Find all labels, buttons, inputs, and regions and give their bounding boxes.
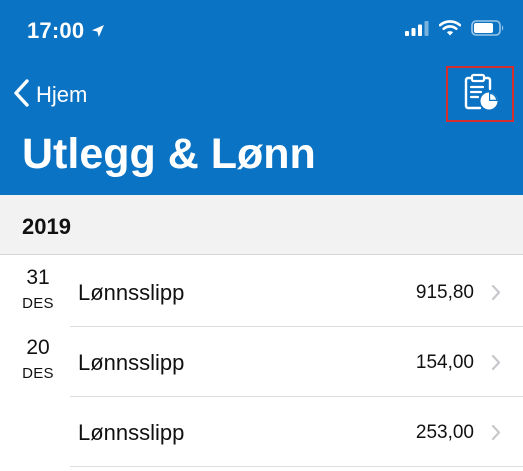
date-block: 31 DES [0, 266, 76, 313]
item-amount: 253,00 [415, 422, 474, 443]
wifi-icon [439, 20, 461, 36]
list-item[interactable]: 31 DES Lønnsslipp 915,80 [0, 257, 523, 327]
back-button-label: Hjem [36, 82, 88, 107]
date-block: 20 DES [0, 336, 76, 383]
status-time-group: 17:00 [27, 18, 105, 44]
page-title: Utlegg & Lønn [22, 130, 316, 178]
item-label: Lønnsslipp [78, 420, 185, 445]
date-block [0, 406, 76, 411]
chevron-left-icon [12, 78, 30, 113]
report-button[interactable] [446, 66, 514, 122]
status-time: 17:00 [27, 18, 85, 43]
date-day: 20 [26, 336, 50, 359]
date-month: DES [22, 365, 54, 382]
list-item[interactable]: 20 DES Lønnsslipp 154,00 [0, 327, 523, 397]
location-arrow-icon [91, 24, 105, 38]
clipboard-chart-icon [461, 73, 499, 116]
year-section-title: 2019 [22, 214, 71, 239]
navigation-bar: Hjem [0, 64, 523, 128]
status-icons [405, 20, 505, 36]
back-button[interactable]: Hjem [12, 78, 87, 112]
list-item[interactable]: Lønnsslipp 253,00 [0, 397, 523, 467]
year-section-header: 2019 [0, 195, 523, 255]
item-label: Lønnsslipp [78, 350, 185, 375]
battery-icon [471, 20, 505, 36]
chevron-right-icon [491, 284, 501, 301]
row-divider [70, 466, 523, 467]
chevron-right-icon [491, 354, 501, 371]
item-label: Lønnsslipp [78, 280, 185, 305]
status-bar: 17:00 [0, 0, 523, 64]
date-month: DES [22, 295, 54, 312]
item-amount: 154,00 [415, 352, 474, 373]
item-amount: 915,80 [415, 282, 474, 303]
cellular-signal-icon [405, 20, 429, 36]
chevron-right-icon [491, 424, 501, 441]
app-header: 17:00 Hjem Utlegg & Lønn [0, 0, 523, 195]
payslip-list: 31 DES Lønnsslipp 915,80 20 DES Lønnssli… [0, 257, 523, 471]
date-day: 31 [26, 266, 50, 289]
